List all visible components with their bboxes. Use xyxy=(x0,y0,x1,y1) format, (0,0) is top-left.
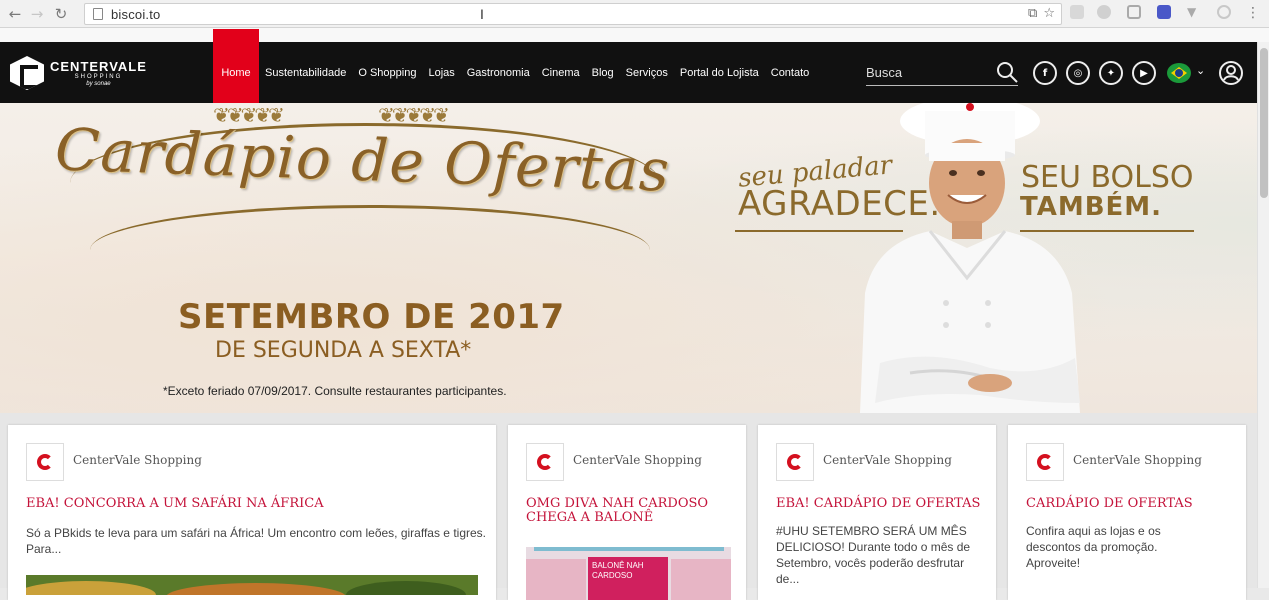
centervale-logo[interactable]: CENTERVALE SHOPPING by sonae xyxy=(10,56,147,90)
nav-lojas[interactable]: Lojas xyxy=(422,42,460,103)
page-scrollbar[interactable] xyxy=(1257,42,1269,588)
nav-servicos[interactable]: Serviços xyxy=(620,42,674,103)
card-title[interactable]: CARDÁPIO DE OFERTAS xyxy=(1026,497,1236,511)
user-icon[interactable] xyxy=(1219,61,1243,85)
card-thumbnail[interactable]: BALONÊ NAH CARDOSO xyxy=(526,547,731,600)
centervale-logo-icon xyxy=(537,454,553,470)
nav-o-shopping[interactable]: O Shopping xyxy=(352,42,422,103)
card-source[interactable]: CenterVale Shopping xyxy=(73,453,202,467)
twitter-icon[interactable]: ✦ xyxy=(1099,61,1123,85)
extension-icon[interactable] xyxy=(1127,5,1141,19)
facebook-icon[interactable]: f xyxy=(1033,61,1057,85)
hero-footnote: *Exceto feriado 07/09/2017. Consulte res… xyxy=(163,384,507,398)
bookmark-star-icon[interactable]: ☆ xyxy=(1043,6,1055,21)
text-cursor-icon: I xyxy=(480,6,484,22)
hero-month: SETEMBRO DE 2017 xyxy=(178,297,565,337)
chevron-down-icon[interactable]: ⌄ xyxy=(1196,64,1205,77)
avatar xyxy=(26,443,64,481)
browser-menu-icon[interactable]: ⋮ xyxy=(1246,5,1260,21)
card-title[interactable]: OMG DIVA NAH CARDOSO CHEGA A BALONÊ xyxy=(526,497,731,525)
nav-contato[interactable]: Contato xyxy=(765,42,816,103)
browser-toolbar: ← → ↻ biscoi.to I ⧉ ☆ ▼ ⋮ xyxy=(0,0,1269,28)
avatar xyxy=(1026,443,1064,481)
translate-icon[interactable]: ⧉ xyxy=(1028,6,1037,21)
centervale-logo-icon xyxy=(787,454,803,470)
brazil-flag-icon[interactable] xyxy=(1167,63,1191,83)
search-icon[interactable] xyxy=(996,61,1018,83)
extension-icon[interactable]: ▼ xyxy=(1187,5,1201,19)
card-excerpt: #UHU SETEMBRO SERÁ UM MÊS DELICIOSO! Dur… xyxy=(776,524,971,586)
laurel-right-icon: ❦❦❦❦❦ xyxy=(378,103,450,127)
card-title[interactable]: EBA! CARDÁPIO DE OFERTAS xyxy=(776,497,986,511)
scrollbar-thumb[interactable] xyxy=(1260,48,1268,198)
instagram-icon[interactable]: ◎ xyxy=(1066,61,1090,85)
title-arch-bottom xyxy=(90,205,650,295)
centervale-logo-icon xyxy=(37,454,53,470)
card-excerpt: Só a PBkids te leva para um safári na Áf… xyxy=(26,526,486,556)
logo-mark-icon xyxy=(10,56,44,90)
url-text: biscoi.to xyxy=(111,6,161,22)
nav-portal-do-lojista[interactable]: Portal do Lojista xyxy=(674,42,765,103)
extension-icon[interactable] xyxy=(1157,5,1171,19)
blog-card[interactable]: CenterVale Shopping EBA! CARDÁPIO DE OFE… xyxy=(758,425,996,600)
avatar xyxy=(526,443,564,481)
youtube-icon[interactable]: ▶ xyxy=(1132,61,1156,85)
card-title[interactable]: EBA! CONCORRA A UM SAFÁRI NA ÁFRICA xyxy=(26,497,486,511)
card-source[interactable]: CenterVale Shopping xyxy=(823,453,952,467)
logo-tag: by sonae xyxy=(86,80,111,87)
logo-name: CENTERVALE xyxy=(50,58,147,74)
avatar xyxy=(776,443,814,481)
search-box xyxy=(866,60,1018,86)
extension-icon[interactable] xyxy=(1070,5,1084,19)
search-input[interactable] xyxy=(866,60,990,84)
blog-card[interactable]: CenterVale Shopping EBA! CONCORRA A UM S… xyxy=(8,425,496,600)
address-bar[interactable]: biscoi.to I ⧉ ☆ xyxy=(84,3,1062,25)
reload-icon[interactable]: ↻ xyxy=(50,3,72,25)
nav-blog[interactable]: Blog xyxy=(586,42,620,103)
centervale-logo-icon xyxy=(1037,454,1053,470)
main-nav: Home Sustentabilidade O Shopping Lojas G… xyxy=(213,29,816,103)
thumb-label: BALONÊ NAH CARDOSO xyxy=(588,557,668,600)
card-thumbnail[interactable] xyxy=(26,575,478,595)
card-source[interactable]: CenterVale Shopping xyxy=(1073,453,1202,467)
blog-card[interactable]: CenterVale Shopping OMG DIVA NAH CARDOSO… xyxy=(508,425,746,600)
nav-gastronomia[interactable]: Gastronomia xyxy=(461,42,536,103)
extension-icon[interactable] xyxy=(1097,5,1111,19)
card-source[interactable]: CenterVale Shopping xyxy=(573,453,702,467)
extension-icon[interactable] xyxy=(1217,5,1231,19)
site-header: CENTERVALE SHOPPING by sonae Home Susten… xyxy=(0,29,1257,103)
page-icon xyxy=(93,8,103,20)
page-top-strip xyxy=(0,28,1269,42)
nav-sustentabilidade[interactable]: Sustentabilidade xyxy=(259,42,352,103)
chef-illustration xyxy=(860,103,1080,413)
back-arrow-icon[interactable]: ← xyxy=(4,3,26,25)
hero-days: DE SEGUNDA A SEXTA* xyxy=(215,338,472,363)
nav-cinema[interactable]: Cinema xyxy=(536,42,586,103)
nav-home[interactable]: Home xyxy=(213,29,259,103)
logo-sub: SHOPPING xyxy=(74,73,123,80)
card-excerpt: Confira aqui as lojas e os descontos da … xyxy=(1026,524,1161,570)
forward-arrow-icon[interactable]: → xyxy=(26,3,48,25)
blog-card[interactable]: CenterVale Shopping CARDÁPIO DE OFERTAS … xyxy=(1008,425,1246,600)
